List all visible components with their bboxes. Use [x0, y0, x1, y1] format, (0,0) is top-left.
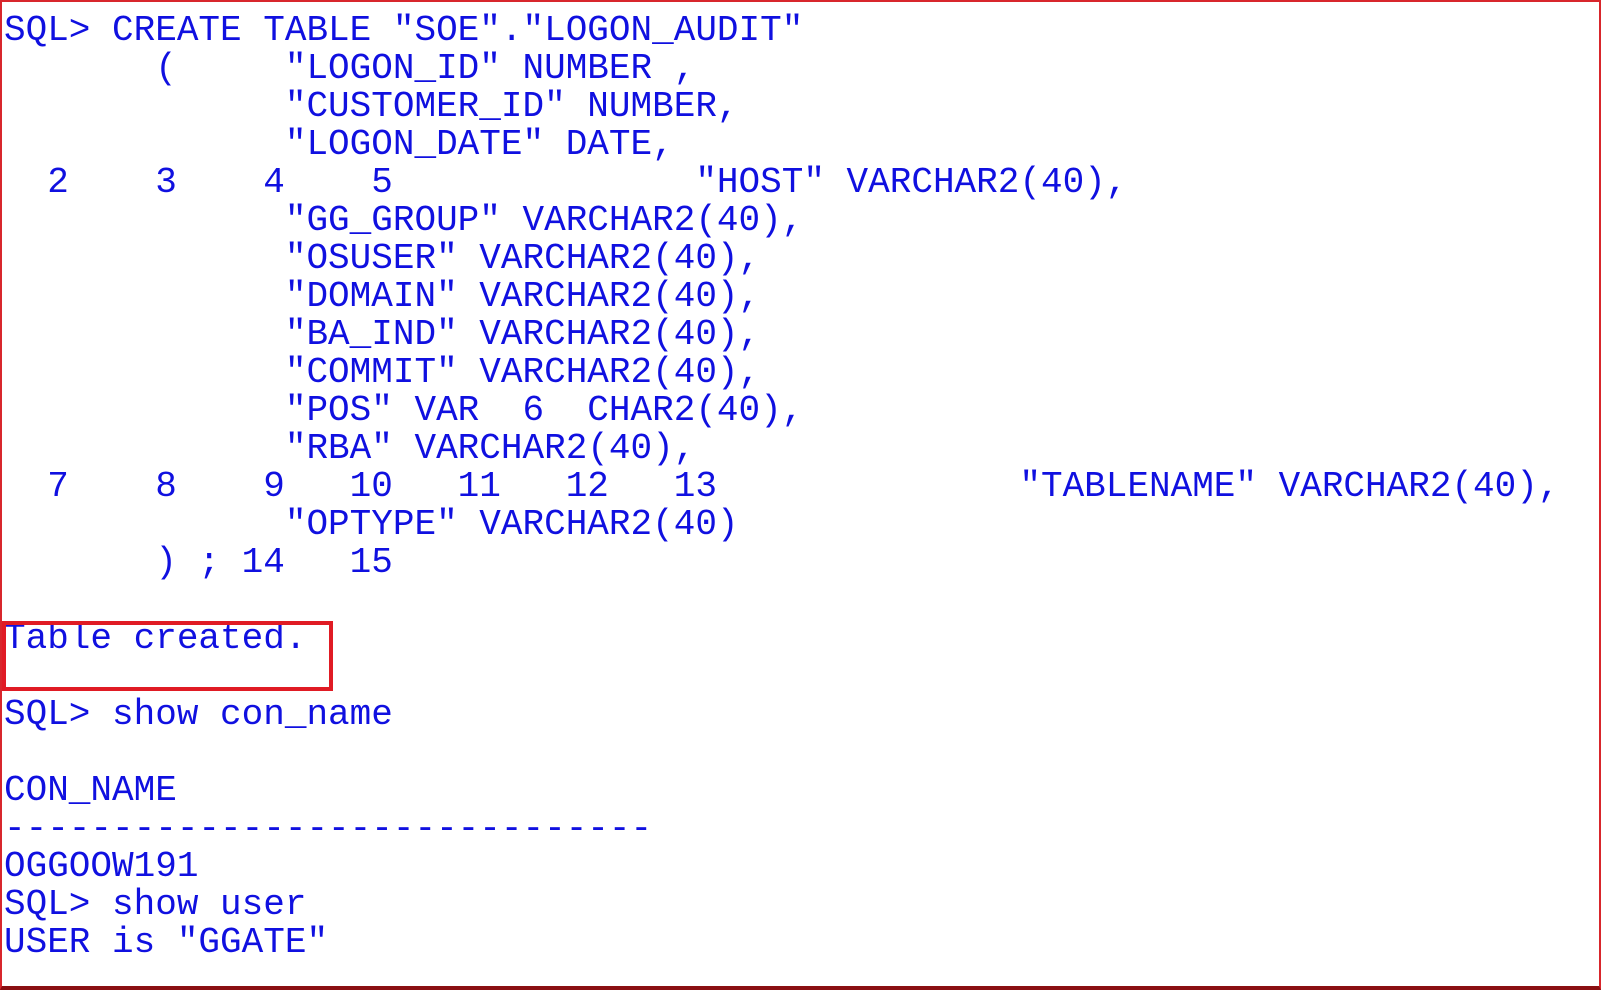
terminal-line: OGGOOW191	[4, 846, 199, 887]
terminal-line: ( "LOGON_ID" NUMBER ,	[4, 48, 696, 89]
terminal-line: ) ; 14 15	[4, 542, 393, 583]
bottom-strip	[0, 990, 1607, 996]
terminal-line: 2 3 4 5 "HOST" VARCHAR2(40),	[4, 162, 1128, 203]
terminal-line: "LOGON_DATE" DATE,	[4, 124, 674, 165]
highlight-box	[2, 621, 333, 691]
terminal-line: SQL> show user	[4, 884, 307, 925]
terminal-line: USER is "GGATE"	[4, 922, 329, 963]
terminal-line: "GG_GROUP" VARCHAR2(40),	[4, 200, 804, 241]
terminal-line: CON_NAME	[4, 770, 177, 811]
terminal-line: "COMMIT" VARCHAR2(40),	[4, 352, 761, 393]
terminal-line: ------------------------------	[4, 808, 653, 849]
terminal-line: "OSUSER" VARCHAR2(40),	[4, 238, 761, 279]
terminal-line: "OPTYPE" VARCHAR2(40)	[4, 504, 739, 545]
terminal-line: 7 8 9 10 11 12 13 "TABLENAME" VARCHAR2(4…	[4, 466, 1560, 507]
terminal-line: "DOMAIN" VARCHAR2(40),	[4, 276, 761, 317]
terminal-line: "BA_IND" VARCHAR2(40),	[4, 314, 761, 355]
terminal-line: SQL> CREATE TABLE "SOE"."LOGON_AUDIT"	[4, 10, 804, 51]
terminal-line: SQL> show con_name	[4, 694, 393, 735]
terminal-window: SQL> CREATE TABLE "SOE"."LOGON_AUDIT" ( …	[0, 0, 1601, 990]
terminal-line: "CUSTOMER_ID" NUMBER,	[4, 86, 739, 127]
terminal-line: "RBA" VARCHAR2(40),	[4, 428, 696, 469]
terminal-line: "POS" VAR 6 CHAR2(40),	[4, 390, 804, 431]
